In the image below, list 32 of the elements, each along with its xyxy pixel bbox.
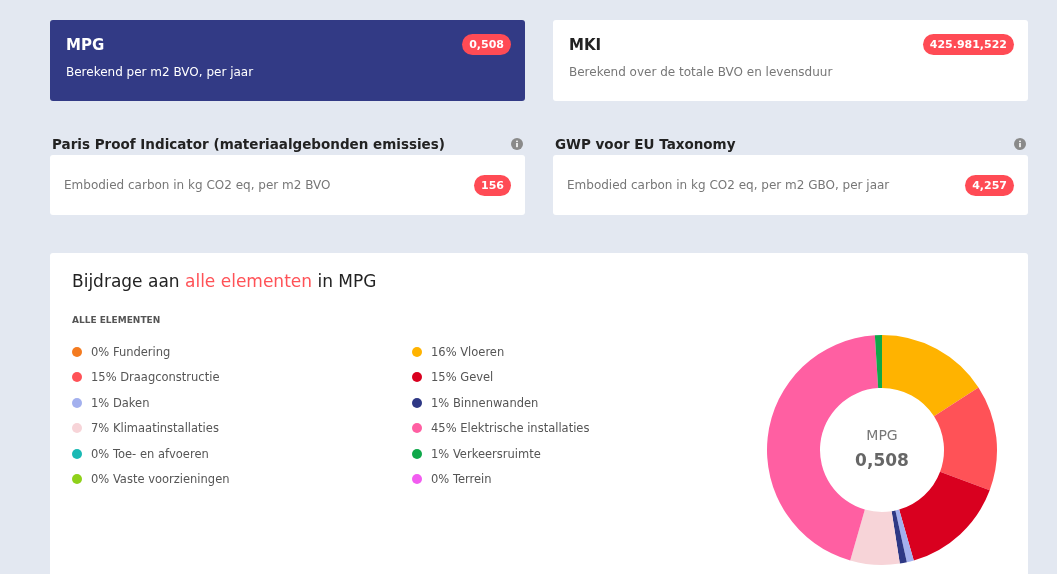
legend-label[interactable]: 15% Draagconstructie xyxy=(91,370,220,385)
legend-label[interactable]: 15% Gevel xyxy=(431,370,494,385)
summary-card[interactable]: MKI 425.981,522 Berekend over de totale BVO en levensduur xyxy=(553,20,1028,101)
legend-label[interactable]: 0% Vaste voorzieningen xyxy=(91,472,230,487)
legend-label[interactable]: 7% Klimaatinstallaties xyxy=(91,421,219,436)
donut-center-label: MPG xyxy=(866,427,898,443)
value-badge: 0,508 xyxy=(462,34,511,55)
card-title: MKI xyxy=(569,35,602,54)
value-badge: 156 xyxy=(474,174,511,196)
value-badge: 4,257 xyxy=(965,174,1014,196)
indicator-description: Embodied carbon in kg CO2 eq, per m2 BVO xyxy=(64,178,331,192)
legend-label[interactable]: 1% Verkeersruimte xyxy=(431,446,541,461)
donut-center-value: 0,508 xyxy=(855,450,909,470)
card-subtitle: Berekend per m2 BVO, per jaar xyxy=(66,65,255,79)
legend-label[interactable]: 0% Fundering xyxy=(91,344,171,359)
summary-card[interactable]: MPG 0,508 Berekend per m2 BVO, per jaar xyxy=(50,20,525,101)
indicator-heading: Paris Proof Indicator (materiaalgebonden emissies) xyxy=(52,136,445,152)
indicator-heading: GWP voor EU Taxonomy xyxy=(555,136,736,152)
legend-label[interactable]: 1% Daken xyxy=(91,395,150,410)
legend-label[interactable]: 16% Vloeren xyxy=(431,344,505,359)
card-subtitle: Berekend over de totale BVO en levensduur xyxy=(569,65,834,79)
legend-label[interactable]: 45% Elektrische installaties xyxy=(431,421,590,436)
legend-label[interactable]: 0% Toe- en afvoeren xyxy=(91,446,209,461)
info-icon[interactable] xyxy=(511,138,523,150)
section-title: Bijdrage aan alle elementen in MPG xyxy=(72,271,378,291)
legend-title: ALLE ELEMENTEN xyxy=(72,315,162,325)
legend-label[interactable]: 0% Terrein xyxy=(431,472,492,487)
value-badge: 425.981,522 xyxy=(922,34,1014,55)
indicator-description: Embodied carbon in kg CO2 eq, per m2 GBO, per jaar xyxy=(567,178,890,192)
legend-label[interactable]: 1% Binnenwanden xyxy=(431,395,539,410)
card-title: MPG xyxy=(66,35,105,54)
info-icon[interactable] xyxy=(1014,138,1026,150)
